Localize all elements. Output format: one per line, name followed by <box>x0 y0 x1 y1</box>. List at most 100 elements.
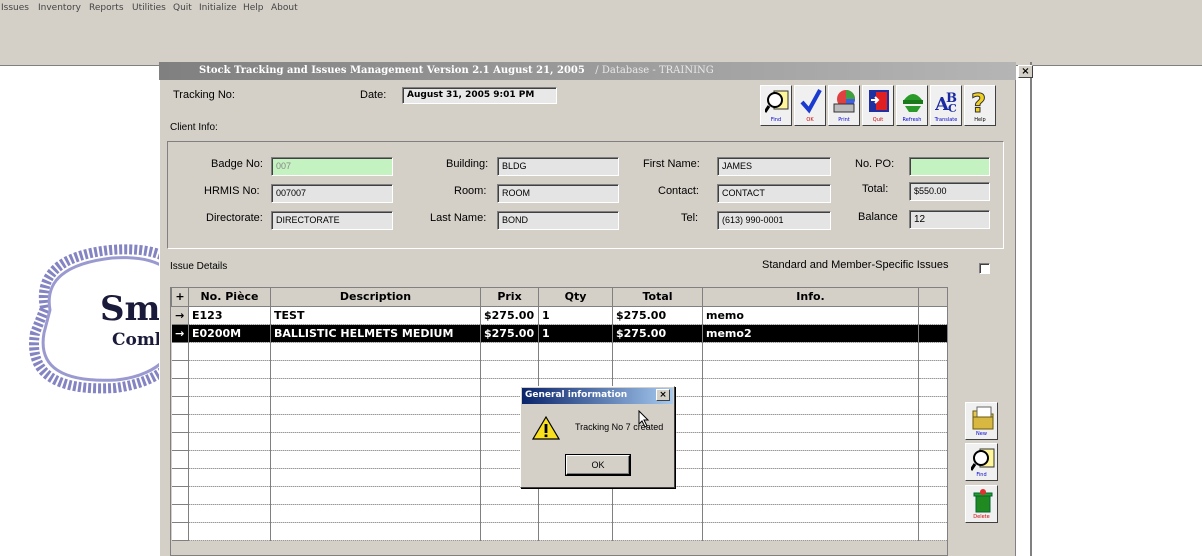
cell-info[interactable]: memo2 <box>702 324 919 343</box>
cell-piece[interactable]: E123 <box>188 306 271 325</box>
empty-cell[interactable] <box>612 342 703 361</box>
empty-cell[interactable] <box>188 450 271 469</box>
empty-table-row[interactable] <box>171 486 947 505</box>
empty-cell[interactable] <box>270 414 481 433</box>
empty-cell[interactable] <box>270 378 481 397</box>
empty-cell[interactable] <box>171 432 189 451</box>
dialog-ok-button[interactable]: OK <box>566 455 630 475</box>
cell-piece[interactable]: E0200M <box>188 324 271 343</box>
last-name-field[interactable]: BOND <box>497 211 619 230</box>
empty-cell[interactable] <box>270 432 481 451</box>
empty-cell[interactable] <box>171 522 189 541</box>
cell-qty[interactable]: 1 <box>538 306 613 325</box>
room-field[interactable]: ROOM <box>497 184 619 203</box>
empty-cell[interactable] <box>270 486 481 505</box>
empty-cell[interactable] <box>270 342 481 361</box>
cell-description[interactable]: BALLISTIC HELMETS MEDIUM <box>270 324 481 343</box>
empty-cell[interactable] <box>171 486 189 505</box>
empty-cell[interactable] <box>538 486 613 505</box>
empty-table-row[interactable] <box>171 504 947 523</box>
empty-cell[interactable] <box>480 342 539 361</box>
empty-cell[interactable] <box>612 360 703 379</box>
empty-cell[interactable] <box>480 486 539 505</box>
menu-utilities[interactable]: Utilities <box>132 3 166 13</box>
empty-cell[interactable] <box>188 360 271 379</box>
empty-cell[interactable] <box>188 378 271 397</box>
column-header-description[interactable]: Description <box>270 288 481 307</box>
empty-cell[interactable] <box>480 360 539 379</box>
empty-cell[interactable] <box>188 396 271 415</box>
tel-field[interactable]: (613) 990-0001 <box>717 211 831 230</box>
empty-cell[interactable] <box>612 522 703 541</box>
empty-cell[interactable] <box>702 396 919 415</box>
empty-cell[interactable] <box>538 342 613 361</box>
empty-cell[interactable] <box>171 504 189 523</box>
empty-cell[interactable] <box>538 522 613 541</box>
empty-cell[interactable] <box>702 468 919 487</box>
empty-cell[interactable] <box>702 414 919 433</box>
empty-cell[interactable] <box>612 486 703 505</box>
empty-cell[interactable] <box>188 504 271 523</box>
total-field[interactable]: $550.00 <box>909 182 990 201</box>
menu-reports[interactable]: Reports <box>89 3 124 13</box>
column-header-info[interactable]: Info. <box>702 288 919 307</box>
empty-cell[interactable] <box>171 342 189 361</box>
empty-cell[interactable] <box>188 522 271 541</box>
quit-button[interactable]: Quit <box>862 85 894 126</box>
empty-cell[interactable] <box>612 504 703 523</box>
cell-prix[interactable]: $275.00 <box>480 306 539 325</box>
menu-issues[interactable]: Issues <box>1 3 29 13</box>
empty-table-row[interactable] <box>171 522 947 541</box>
contact-field[interactable]: CONTACT <box>717 184 831 203</box>
translate-button[interactable]: A B C Translate <box>930 85 962 126</box>
column-header-total[interactable]: Total <box>612 288 703 307</box>
menu-help[interactable]: Help <box>243 3 264 13</box>
empty-cell[interactable] <box>480 522 539 541</box>
empty-cell[interactable] <box>480 504 539 523</box>
empty-cell[interactable] <box>171 450 189 469</box>
empty-cell[interactable] <box>702 360 919 379</box>
column-header-piece[interactable]: No. Pièce <box>188 288 271 307</box>
empty-cell[interactable] <box>171 378 189 397</box>
column-header-prix[interactable]: Prix <box>480 288 539 307</box>
cell-qty[interactable]: 1 <box>538 324 613 343</box>
empty-cell[interactable] <box>188 486 271 505</box>
empty-cell[interactable] <box>702 378 919 397</box>
print-button[interactable]: Print <box>828 85 860 126</box>
badge-no-field[interactable]: 007 <box>271 157 393 176</box>
po-field[interactable] <box>909 157 990 176</box>
empty-cell[interactable] <box>702 342 919 361</box>
building-field[interactable]: BLDG <box>497 157 619 176</box>
hrmis-no-field[interactable]: 007007 <box>271 184 393 203</box>
empty-cell[interactable] <box>270 396 481 415</box>
help-button[interactable]: ? Help <box>964 85 996 126</box>
empty-cell[interactable] <box>270 522 481 541</box>
menu-quit[interactable]: Quit <box>173 3 192 13</box>
empty-cell[interactable] <box>702 432 919 451</box>
empty-cell[interactable] <box>270 504 481 523</box>
column-header-qty[interactable]: Qty <box>538 288 613 307</box>
empty-cell[interactable] <box>538 504 613 523</box>
cell-info[interactable]: memo <box>702 306 919 325</box>
refresh-button[interactable]: Refresh <box>896 85 928 126</box>
empty-cell[interactable] <box>702 486 919 505</box>
dialog-close-button[interactable]: × <box>656 389 670 401</box>
menu-initialize[interactable]: Initialize <box>199 3 237 13</box>
empty-table-row[interactable] <box>171 342 947 361</box>
menu-inventory[interactable]: Inventory <box>38 3 81 13</box>
cell-prix[interactable]: $275.00 <box>480 324 539 343</box>
first-name-field[interactable]: JAMES <box>717 157 831 176</box>
empty-cell[interactable] <box>270 450 481 469</box>
window-close-button[interactable]: × <box>1018 65 1033 78</box>
empty-cell[interactable] <box>171 468 189 487</box>
empty-cell[interactable] <box>538 360 613 379</box>
empty-cell[interactable] <box>188 432 271 451</box>
row-marker[interactable]: → <box>171 306 189 325</box>
empty-cell[interactable] <box>188 342 271 361</box>
empty-cell[interactable] <box>270 360 481 379</box>
empty-cell[interactable] <box>702 450 919 469</box>
menu-about[interactable]: About <box>271 3 298 13</box>
empty-cell[interactable] <box>702 504 919 523</box>
table-row[interactable]: → E123 TEST $275.00 1 $275.00 memo <box>171 306 947 325</box>
cell-description[interactable]: TEST <box>270 306 481 325</box>
